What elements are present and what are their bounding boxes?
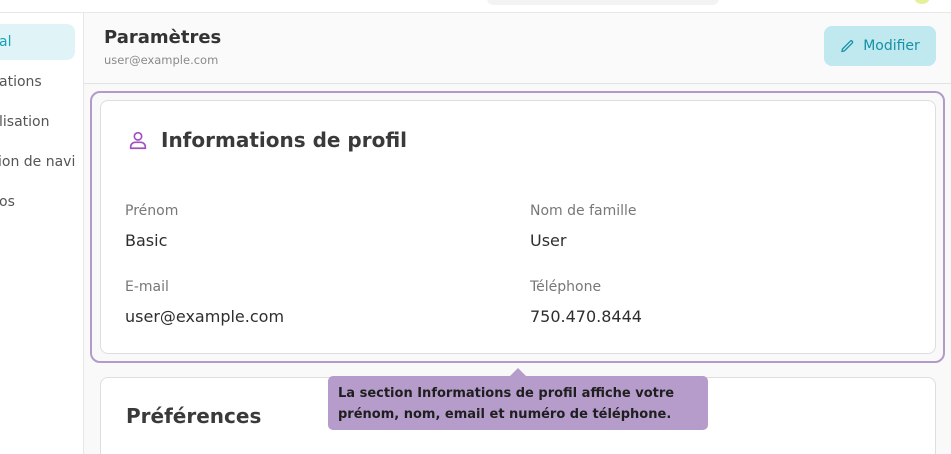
sidebar-item-label: al [0,34,12,50]
avatar[interactable] [914,0,930,4]
search-bar[interactable] [487,0,719,5]
edit-button[interactable]: Modifier [824,26,936,66]
preferences-card-title: Préférences [126,404,262,428]
sidebar-item-personalisation[interactable]: lisation [0,104,83,140]
sidebar-item-label: lisation [0,114,50,130]
tour-highlight [90,91,945,363]
tooltip-arrow [510,368,526,376]
page-subtitle: user@example.com [104,53,219,67]
sidebar: al ations lisation ion de navi os [0,13,84,454]
top-bar [0,0,951,13]
pencil-icon [841,39,854,52]
page-title: Paramètres [104,27,222,48]
sidebar-item-notifications[interactable]: ations [0,64,83,100]
app-root: al ations lisation ion de navi os Paramè… [0,0,951,454]
sidebar-item-about[interactable]: os [0,184,83,220]
sidebar-item-navigation[interactable]: ion de navi [0,144,83,180]
sidebar-item-general[interactable]: al [0,24,75,60]
sidebar-item-label: os [0,194,15,210]
edit-button-label: Modifier [863,38,920,54]
tooltip-line-1: La section Informations de profil affich… [338,386,675,401]
tooltip-line-2: prénom, nom, email et numéro de téléphon… [338,407,672,422]
sidebar-item-label: ations [0,74,42,90]
sidebar-item-label: ion de navi [0,154,76,170]
page-header: Paramètres user@example.com Modifier [84,13,951,84]
tour-tooltip: La section Informations de profil affich… [328,376,708,430]
